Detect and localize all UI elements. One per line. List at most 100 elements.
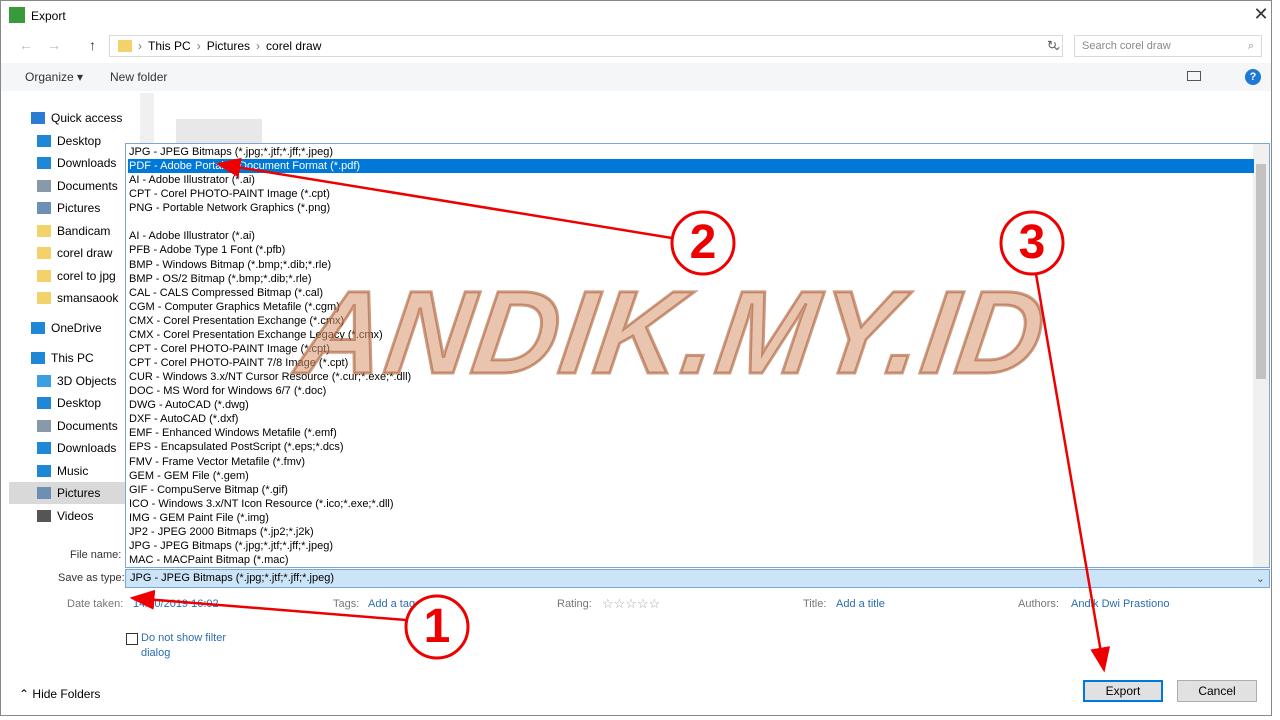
file-type-option[interactable]: EPS - Encapsulated PostScript (*.eps;*.d… bbox=[128, 440, 1254, 454]
file-type-option[interactable]: DOC - MS Word for Windows 6/7 (*.doc) bbox=[128, 384, 1254, 398]
sidebar-item[interactable]: Videos bbox=[9, 505, 141, 527]
sidebar-item-label: corel draw bbox=[57, 246, 113, 260]
chevron-down-icon: ⌄ bbox=[1255, 573, 1265, 585]
sidebar-item[interactable]: Bandicam bbox=[9, 220, 141, 242]
file-type-option[interactable]: DWG - AutoCAD (*.dwg) bbox=[128, 398, 1254, 412]
hide-folders-button[interactable]: ⌃ Hide Folders bbox=[19, 687, 100, 701]
sidebar-item-label: Bandicam bbox=[57, 224, 111, 238]
sidebar-item[interactable]: corel draw bbox=[9, 242, 141, 264]
sidebar-item-label: Videos bbox=[57, 509, 94, 523]
file-type-dropdown-list[interactable]: JPG - JPEG Bitmaps (*.jpg;*.jtf;*.jff;*.… bbox=[125, 143, 1270, 568]
sidebar-item-label: Documents bbox=[57, 179, 118, 193]
file-type-option[interactable]: JP2 - JPEG 2000 Bitmaps (*.jp2;*.j2k) bbox=[128, 525, 1254, 539]
sidebar-item[interactable]: OneDrive bbox=[9, 317, 141, 339]
sidebar-item-label: smansaook bbox=[57, 291, 119, 305]
title-label: Title: bbox=[803, 598, 827, 610]
file-type-option[interactable]: CPT - Corel PHOTO-PAINT Image (*.cpt) bbox=[128, 187, 1254, 201]
save-as-type-select[interactable]: JPG - JPEG Bitmaps (*.jpg;*.jtf;*.jff;*.… bbox=[125, 569, 1270, 588]
sidebar-item-label: Downloads bbox=[57, 441, 117, 455]
address-bar[interactable]: › This PC › Pictures › corel draw ⌄ bbox=[109, 35, 1063, 57]
search-input[interactable]: Search corel draw ⌕ bbox=[1074, 35, 1262, 57]
sidebar-item[interactable]: Pictures bbox=[9, 482, 141, 504]
toolbar bbox=[1, 63, 1271, 91]
date-value[interactable]: 14/10/2019 16:02 bbox=[133, 598, 219, 610]
save-as-type-label: Save as type: bbox=[58, 572, 125, 584]
help-icon[interactable]: ? bbox=[1245, 69, 1261, 85]
filter-checkbox[interactable] bbox=[126, 633, 138, 645]
step-3-number: 3 bbox=[1018, 216, 1046, 269]
sidebar-item[interactable]: Downloads bbox=[9, 437, 141, 459]
file-type-option[interactable]: FMV - Frame Vector Metafile (*.fmv) bbox=[128, 455, 1254, 469]
filter-checkbox-label[interactable]: Do not show filter dialog bbox=[141, 631, 241, 661]
list-scrollbar[interactable] bbox=[1253, 144, 1269, 567]
sidebar-item[interactable]: corel to jpg bbox=[9, 265, 141, 287]
file-type-option[interactable]: CAL - CALS Compressed Bitmap (*.cal) bbox=[128, 286, 1254, 300]
refresh-icon[interactable]: ↻ bbox=[1047, 38, 1057, 52]
title-value[interactable]: Add a title bbox=[836, 598, 885, 610]
star-icon bbox=[31, 112, 45, 124]
cloud-icon bbox=[31, 322, 45, 334]
sidebar-item-label: Pictures bbox=[57, 486, 101, 500]
new-folder-button[interactable]: New folder bbox=[110, 70, 167, 84]
file-type-option[interactable]: JPG - JPEG Bitmaps (*.jpg;*.jtf;*.jff;*.… bbox=[128, 145, 1254, 159]
pictures-icon bbox=[37, 487, 51, 499]
sidebar-item[interactable]: Downloads bbox=[9, 152, 141, 174]
sidebar-item[interactable]: Music bbox=[9, 460, 141, 482]
sidebar-item[interactable]: Pictures bbox=[9, 197, 141, 219]
authors-value[interactable]: Andik Dwi Prastiono bbox=[1071, 598, 1169, 610]
documents-icon bbox=[37, 420, 51, 432]
organize-button[interactable]: Organize ▾ bbox=[25, 70, 83, 84]
sidebar-item-label: 3D Objects bbox=[57, 374, 117, 388]
sidebar-item[interactable]: Documents bbox=[9, 175, 141, 197]
folder-icon bbox=[37, 270, 51, 282]
file-type-option[interactable]: CUR - Windows 3.x/NT Cursor Resource (*.… bbox=[128, 370, 1254, 384]
file-type-option[interactable]: CPT - Corel PHOTO-PAINT 7/8 Image (*.cpt… bbox=[128, 356, 1254, 370]
file-type-option[interactable]: GEM - GEM File (*.gem) bbox=[128, 469, 1254, 483]
save-as-type-value: JPG - JPEG Bitmaps (*.jpg;*.jtf;*.jff;*.… bbox=[130, 572, 334, 584]
file-type-option[interactable]: PDF - Adobe Portable Document Format (*.… bbox=[128, 159, 1254, 174]
videos-icon bbox=[37, 510, 51, 522]
file-type-option[interactable]: EMF - Enhanced Windows Metafile (*.emf) bbox=[128, 426, 1254, 440]
sidebar-item[interactable]: This PC bbox=[9, 347, 141, 369]
rating-label: Rating: bbox=[557, 598, 592, 610]
sidebar-item[interactable]: Desktop bbox=[9, 130, 141, 152]
file-type-option[interactable]: JPG - JPEG Bitmaps (*.jpg;*.jtf;*.jff;*.… bbox=[128, 539, 1254, 553]
file-type-option[interactable]: AI - Adobe Illustrator (*.ai) bbox=[128, 173, 1254, 187]
breadcrumb-item[interactable]: This PC bbox=[148, 39, 191, 53]
export-button[interactable]: Export bbox=[1083, 680, 1163, 702]
file-type-option[interactable]: IMG - GEM Paint File (*.img) bbox=[128, 511, 1254, 525]
file-type-option[interactable]: CMX - Corel Presentation Exchange (*.cmx… bbox=[128, 314, 1254, 328]
file-name-label: File name: bbox=[70, 549, 122, 561]
up-icon[interactable]: ↑ bbox=[89, 37, 96, 53]
file-type-option[interactable]: MAC - MACPaint Bitmap (*.mac) bbox=[128, 553, 1254, 567]
download-icon bbox=[37, 157, 51, 169]
cube-icon bbox=[37, 375, 51, 387]
folder-icon bbox=[37, 247, 51, 259]
tags-label: Tags: bbox=[333, 598, 360, 610]
file-type-option[interactable]: ICO - Windows 3.x/NT Icon Resource (*.ic… bbox=[128, 497, 1254, 511]
sidebar-item[interactable]: smansaook bbox=[9, 287, 141, 309]
file-type-option[interactable]: CPT - Corel PHOTO-PAINT Image (*.cpt) bbox=[128, 342, 1254, 356]
file-type-option[interactable]: DXF - AutoCAD (*.dxf) bbox=[128, 412, 1254, 426]
sidebar-item[interactable]: Documents bbox=[9, 415, 141, 437]
sidebar-item[interactable]: 3D Objects bbox=[9, 370, 141, 392]
file-type-option[interactable]: CMX - Corel Presentation Exchange Legacy… bbox=[128, 328, 1254, 342]
sidebar-item-label: Desktop bbox=[57, 134, 102, 148]
sidebar-item-label: Documents bbox=[57, 419, 118, 433]
cancel-button[interactable]: Cancel bbox=[1177, 680, 1257, 702]
sidebar-item-label: corel to jpg bbox=[57, 269, 116, 283]
date-label: Date taken: bbox=[67, 598, 124, 610]
hide-folders-label: Hide Folders bbox=[32, 687, 101, 701]
sidebar-item[interactable]: Desktop bbox=[9, 392, 141, 414]
file-type-option[interactable]: CGM - Computer Graphics Metafile (*.cgm) bbox=[128, 300, 1254, 314]
breadcrumb-item[interactable]: corel draw bbox=[266, 39, 321, 53]
sidebar-item[interactable]: Quick access bbox=[9, 107, 141, 129]
back-icon[interactable]: ← bbox=[19, 37, 33, 53]
forward-icon[interactable]: → bbox=[47, 37, 61, 53]
authors-label: Authors: bbox=[1018, 598, 1059, 610]
view-icon[interactable] bbox=[1187, 71, 1201, 81]
rating-stars[interactable]: ☆☆☆☆☆ bbox=[602, 596, 660, 612]
file-type-option[interactable]: GIF - CompuServe Bitmap (*.gif) bbox=[128, 483, 1254, 497]
close-icon[interactable]: ✕ bbox=[1249, 4, 1273, 26]
breadcrumb-item[interactable]: Pictures bbox=[207, 39, 250, 53]
